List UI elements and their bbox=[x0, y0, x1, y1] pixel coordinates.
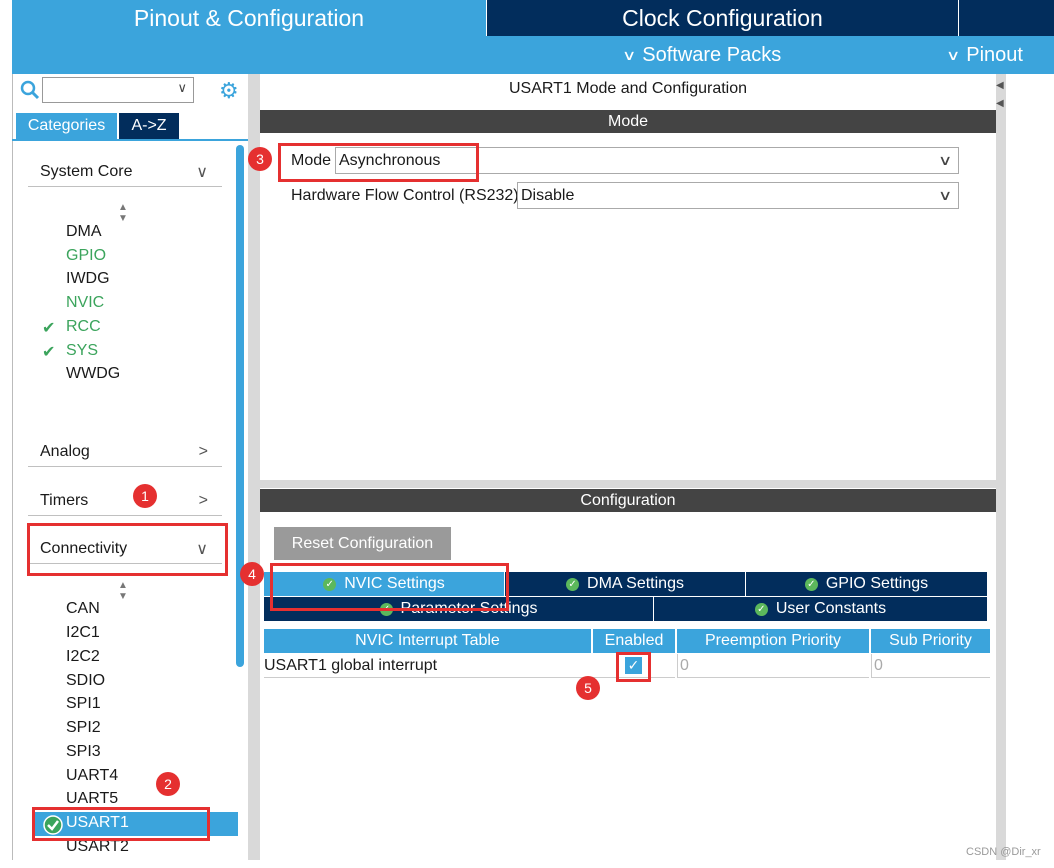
tab-gpio-settings[interactable]: ✓ GPIO Settings bbox=[746, 572, 987, 596]
column-header[interactable]: Enabled bbox=[593, 629, 675, 653]
annotation-badge-2: 2 bbox=[156, 772, 180, 796]
list-item[interactable]: IWDG bbox=[66, 270, 110, 288]
search-icon[interactable] bbox=[20, 80, 42, 102]
annotation-box-nvic-tab bbox=[270, 563, 509, 611]
table-cell-sub-priority[interactable]: 0 bbox=[871, 654, 990, 678]
list-item[interactable]: I2C1 bbox=[66, 624, 100, 642]
group-label: Timers bbox=[40, 491, 89, 509]
annotation-box-checkbox bbox=[616, 652, 651, 682]
list-item[interactable]: CAN bbox=[66, 600, 100, 618]
list-item[interactable]: UART5 bbox=[66, 790, 118, 808]
group-timers[interactable]: Timers > bbox=[28, 486, 222, 516]
watermark: CSDN @Dir_xr bbox=[966, 846, 1041, 858]
left-scrollbar[interactable] bbox=[236, 145, 244, 667]
ok-icon: ✓ bbox=[804, 577, 818, 591]
chevron-down-icon: ∨ bbox=[177, 80, 187, 95]
section-divider bbox=[260, 480, 996, 488]
chevron-down-icon: ∨ bbox=[945, 46, 961, 63]
list-item[interactable]: WWDG bbox=[66, 365, 120, 383]
tab-pinout-configuration[interactable]: Pinout & Configuration bbox=[12, 0, 486, 36]
tab-label: User Constants bbox=[775, 600, 887, 617]
group-system-core[interactable]: System Core ∨ bbox=[28, 157, 222, 187]
software-packs-menu[interactable]: ∨ Software Packs bbox=[621, 36, 782, 74]
tab-clock-configuration[interactable]: Clock Configuration bbox=[487, 0, 958, 36]
list-item[interactable]: UART4 bbox=[66, 767, 118, 785]
group-analog[interactable]: Analog > bbox=[28, 437, 222, 467]
left-panel bbox=[12, 74, 249, 860]
gear-icon[interactable]: ⚙ bbox=[219, 78, 239, 104]
reset-configuration-button[interactable]: Reset Configuration bbox=[274, 527, 451, 560]
expand-arrow-icon[interactable]: ◀ bbox=[996, 98, 1004, 109]
check-icon: ✔ bbox=[42, 344, 56, 361]
annotation-badge-1: 1 bbox=[133, 484, 157, 508]
list-item[interactable]: SYS bbox=[66, 342, 98, 360]
flow-control-value: Disable bbox=[521, 186, 575, 204]
table-cell-preemption[interactable]: 0 bbox=[677, 654, 869, 678]
tab-label: GPIO Settings bbox=[825, 575, 929, 592]
search-input[interactable]: ∨ bbox=[42, 77, 194, 103]
splitter[interactable] bbox=[248, 74, 260, 860]
pinout-label: Pinout bbox=[966, 43, 1023, 66]
software-packs-label: Software Packs bbox=[642, 43, 782, 66]
list-item[interactable]: GPIO bbox=[66, 247, 106, 265]
group-label: Analog bbox=[40, 442, 90, 460]
chevron-down-icon: ∨ bbox=[621, 46, 637, 63]
tab-a-to-z[interactable]: A->Z bbox=[119, 113, 179, 139]
tabs-underline bbox=[12, 139, 248, 141]
column-header[interactable]: Preemption Priority bbox=[677, 629, 869, 653]
sort-arrows-icon[interactable]: ▲ ▼ bbox=[118, 202, 128, 224]
group-label: System Core bbox=[40, 162, 133, 180]
tab-label: DMA Settings bbox=[587, 575, 684, 592]
list-item[interactable]: SDIO bbox=[66, 672, 105, 690]
check-icon: ✔ bbox=[42, 320, 56, 337]
list-item[interactable]: DMA bbox=[66, 223, 102, 241]
list-item[interactable]: I2C2 bbox=[66, 648, 100, 666]
right-splitter[interactable] bbox=[996, 74, 1006, 860]
annotation-badge-3: 3 bbox=[248, 147, 272, 171]
annotation-box-mode bbox=[278, 143, 479, 182]
column-header[interactable]: Sub Priority bbox=[871, 629, 990, 653]
chevron-down-icon: ∨ bbox=[937, 152, 953, 168]
list-item[interactable]: RCC bbox=[66, 318, 101, 336]
sub-toolbar: ∨ Software Packs ∨ Pinout bbox=[12, 36, 1054, 74]
chevron-down-icon: ∨ bbox=[937, 187, 953, 203]
flow-control-label: Hardware Flow Control (RS232) bbox=[291, 187, 519, 204]
annotation-box-connectivity bbox=[27, 523, 228, 576]
list-item[interactable]: SPI1 bbox=[66, 695, 101, 713]
tab-extra[interactable] bbox=[959, 0, 1054, 36]
ok-icon: ✓ bbox=[754, 602, 768, 616]
annotation-badge-4: 4 bbox=[240, 562, 264, 586]
chevron-right-icon: > bbox=[198, 442, 208, 460]
tab-dma-settings[interactable]: ✓ DMA Settings bbox=[505, 572, 745, 596]
chevron-right-icon: > bbox=[198, 491, 208, 509]
column-header[interactable]: NVIC Interrupt Table bbox=[264, 629, 591, 653]
mode-section-header: Mode bbox=[260, 110, 996, 133]
annotation-box-usart1 bbox=[32, 807, 210, 841]
chevron-down-icon: ∨ bbox=[196, 163, 208, 181]
list-item[interactable]: NVIC bbox=[66, 294, 104, 312]
sort-arrows-icon[interactable]: ▲ ▼ bbox=[118, 580, 128, 602]
pinout-menu[interactable]: ∨ Pinout bbox=[945, 36, 1023, 74]
tab-user-constants[interactable]: ✓ User Constants bbox=[654, 597, 987, 621]
panel-title: USART1 Mode and Configuration bbox=[508, 80, 748, 97]
list-item[interactable]: SPI2 bbox=[66, 719, 101, 737]
list-item[interactable]: SPI3 bbox=[66, 743, 101, 761]
tab-categories[interactable]: Categories bbox=[16, 113, 117, 139]
configuration-section-header: Configuration bbox=[260, 489, 996, 512]
ok-icon: ✓ bbox=[566, 577, 580, 591]
flow-control-select[interactable]: Disable ∨ bbox=[517, 182, 959, 209]
annotation-badge-5: 5 bbox=[576, 676, 600, 700]
collapse-arrow-icon[interactable]: ◀ bbox=[996, 80, 1004, 91]
table-cell-name: USART1 global interrupt bbox=[264, 654, 591, 678]
